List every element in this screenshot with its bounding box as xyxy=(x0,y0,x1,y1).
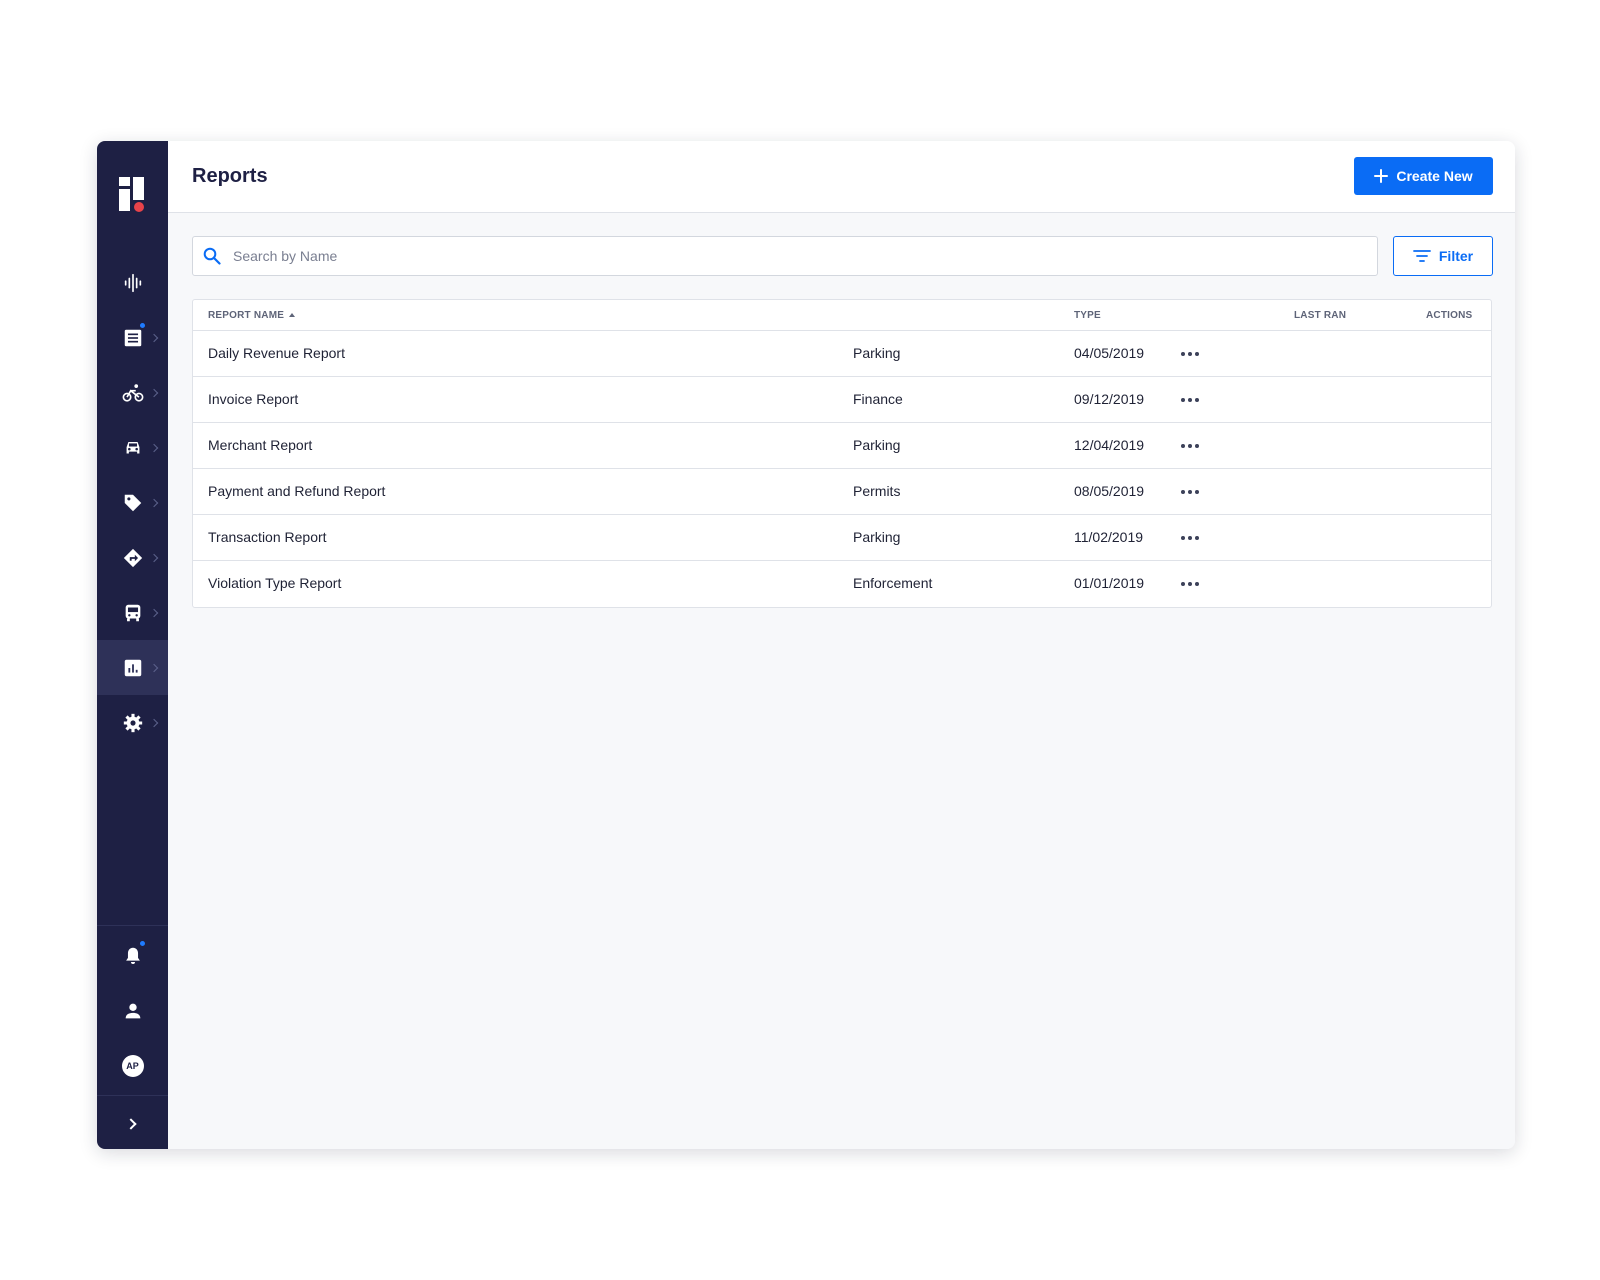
app-logo-icon[interactable] xyxy=(119,177,147,213)
create-new-button[interactable]: Create New xyxy=(1354,157,1493,195)
chevron-right-icon xyxy=(149,333,159,342)
create-new-label: Create New xyxy=(1396,168,1473,184)
sidebar-item-bikes[interactable] xyxy=(97,365,168,420)
report-name-cell[interactable]: Daily Revenue Report xyxy=(208,345,345,361)
plus-icon xyxy=(1374,169,1389,183)
sidebar-divider xyxy=(97,925,168,926)
sort-ascending-icon xyxy=(289,313,296,317)
table-row[interactable]: Daily Revenue Report Parking 04/05/2019 xyxy=(193,331,1491,377)
last-ran-cell: 01/01/2019 xyxy=(1074,575,1145,591)
chevron-right-icon xyxy=(149,443,159,452)
bus-icon xyxy=(125,604,140,621)
last-ran-cell: 04/05/2019 xyxy=(1074,345,1145,361)
chevron-right-icon xyxy=(149,663,159,672)
directions-icon xyxy=(123,548,142,567)
filter-label: Filter xyxy=(1438,248,1474,264)
notification-dot xyxy=(139,322,146,329)
table-row[interactable]: Transaction Report Parking 11/02/2019 xyxy=(193,515,1491,561)
more-actions-icon[interactable] xyxy=(1177,436,1203,456)
table-row[interactable]: Violation Type Report Enforcement 01/01/… xyxy=(193,561,1491,607)
more-actions-icon[interactable] xyxy=(1177,528,1203,548)
sidebar-item-transit[interactable] xyxy=(97,585,168,640)
report-type-cell: Finance xyxy=(853,391,903,407)
sidebar-account[interactable]: AP xyxy=(97,1038,168,1093)
chevron-right-icon xyxy=(149,718,159,727)
table-row[interactable]: Merchant Report Parking 12/04/2019 xyxy=(193,423,1491,469)
report-type-cell: Parking xyxy=(853,529,901,545)
sidebar-item-vehicles[interactable] xyxy=(97,420,168,475)
table-header: REPORT NAME TYPE LAST RAN ACTIONS xyxy=(193,300,1491,331)
tag-icon xyxy=(124,494,141,511)
column-header-report-name[interactable]: REPORT NAME xyxy=(208,310,296,321)
avatar: AP xyxy=(121,1054,144,1077)
sidebar-notifications[interactable] xyxy=(97,928,168,983)
column-header-label: REPORT NAME xyxy=(208,310,285,321)
sidebar-item-settings[interactable] xyxy=(97,695,168,750)
filter-button[interactable]: Filter xyxy=(1393,236,1493,276)
notification-dot xyxy=(139,940,146,947)
last-ran-cell: 12/04/2019 xyxy=(1074,437,1145,453)
activity-icon xyxy=(124,273,141,292)
filter-icon xyxy=(1412,250,1431,262)
report-type-cell: Enforcement xyxy=(853,575,933,591)
more-actions-icon[interactable] xyxy=(1177,574,1203,594)
more-actions-icon[interactable] xyxy=(1177,390,1203,410)
search-box[interactable] xyxy=(192,236,1378,276)
more-actions-icon[interactable] xyxy=(1177,482,1203,502)
bicycle-icon xyxy=(122,383,143,402)
sidebar-item-activity[interactable] xyxy=(97,255,168,310)
search-input[interactable] xyxy=(233,248,1353,264)
gear-icon xyxy=(123,713,142,732)
search-icon xyxy=(203,247,221,265)
car-icon xyxy=(126,441,139,453)
page-title: Reports xyxy=(192,165,268,187)
report-name-cell[interactable]: Invoice Report xyxy=(208,391,298,407)
last-ran-cell: 09/12/2019 xyxy=(1074,391,1145,407)
chevron-right-icon xyxy=(149,553,159,562)
main-content: Reports Create New Filter REPORT xyxy=(168,141,1515,1149)
report-name-cell[interactable]: Transaction Report xyxy=(208,529,327,545)
bar-chart-icon xyxy=(124,659,141,676)
table-row[interactable]: Invoice Report Finance 09/12/2019 xyxy=(193,377,1491,423)
column-header-last-ran[interactable]: LAST RAN xyxy=(1294,310,1346,321)
bell-icon xyxy=(125,947,140,964)
reports-table: REPORT NAME TYPE LAST RAN ACTIONS Daily … xyxy=(192,299,1492,608)
last-ran-cell: 11/02/2019 xyxy=(1074,529,1144,545)
app-window: AP Reports Create New Search by Name Fil… xyxy=(97,141,1515,1149)
sidebar-profile[interactable] xyxy=(97,983,168,1038)
report-type-cell: Parking xyxy=(853,437,901,453)
chevron-right-icon xyxy=(149,498,159,507)
column-header-actions: ACTIONS xyxy=(1426,310,1473,321)
report-type-cell: Permits xyxy=(853,483,901,499)
sidebar-item-reports[interactable] xyxy=(97,640,168,695)
report-name-cell[interactable]: Merchant Report xyxy=(208,437,312,453)
chevron-right-icon xyxy=(149,608,159,617)
page-header: Reports Create New xyxy=(168,141,1515,213)
list-icon xyxy=(124,329,141,346)
table-row[interactable]: Payment and Refund Report Permits 08/05/… xyxy=(193,469,1491,515)
sidebar-item-tags[interactable] xyxy=(97,475,168,530)
sidebar-item-directions[interactable] xyxy=(97,530,168,585)
report-type-cell: Parking xyxy=(853,345,901,361)
report-name-cell[interactable]: Violation Type Report xyxy=(208,575,341,591)
chevron-right-icon xyxy=(149,388,159,397)
chevron-right-icon xyxy=(125,1117,137,1130)
more-actions-icon[interactable] xyxy=(1177,344,1203,364)
last-ran-cell: 08/05/2019 xyxy=(1074,483,1145,499)
report-name-cell[interactable]: Payment and Refund Report xyxy=(208,483,385,499)
sidebar: AP xyxy=(97,141,168,1149)
sidebar-expand-button[interactable] xyxy=(97,1096,168,1149)
column-header-type[interactable]: TYPE xyxy=(1074,310,1101,321)
sidebar-item-list[interactable] xyxy=(97,310,168,365)
user-icon xyxy=(125,1003,140,1018)
